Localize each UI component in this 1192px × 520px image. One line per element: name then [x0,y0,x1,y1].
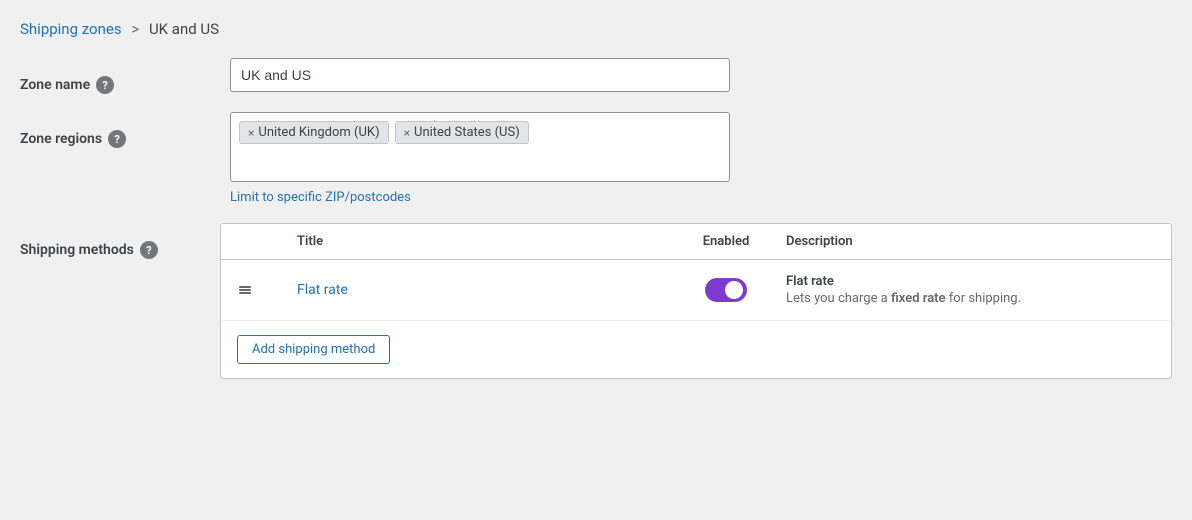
method-description-body: Lets you charge a fixed rate for shippin… [786,291,1155,306]
shipping-methods-help-icon[interactable]: ? [140,241,158,259]
zone-name-label: Zone name [20,77,90,93]
breadcrumb: Shipping zones > UK and US [20,20,1172,38]
toggle-slider [705,278,747,302]
header-title: Title [297,234,666,249]
zone-name-help-icon[interactable]: ? [96,76,114,94]
region-tag-uk-label: United Kingdom (UK) [258,125,379,140]
zone-regions-help-icon[interactable]: ? [108,130,126,148]
desc-bold: fixed rate [891,291,946,306]
remove-uk-icon[interactable]: × [248,127,254,139]
method-description-title: Flat rate [786,274,1155,289]
flat-rate-toggle[interactable] [705,278,747,302]
region-tag-us-label: United States (US) [414,125,520,140]
add-shipping-method-button[interactable]: Add shipping method [237,335,390,364]
breadcrumb-separator: > [131,20,139,38]
add-method-row: Add shipping method [221,321,1171,378]
methods-table-header: Title Enabled Description [221,224,1171,260]
header-enabled: Enabled [666,234,786,249]
remove-us-icon[interactable]: × [404,127,410,139]
region-tag-us: × United States (US) [395,121,529,144]
zone-regions-box[interactable]: × United Kingdom (UK) × United States (U… [230,112,730,182]
header-drag-col [237,234,297,249]
flat-rate-link[interactable]: Flat rate [297,282,348,298]
limit-postcodes-link[interactable]: Limit to specific ZIP/postcodes [230,190,730,205]
shipping-methods-table: Title Enabled Description Flat rate [220,223,1172,379]
shipping-zones-link[interactable]: Shipping zones [20,20,122,38]
table-row: Flat rate Flat rate Lets you charge a fi… [221,260,1171,321]
zone-name-input[interactable] [230,58,730,92]
zone-regions-label: Zone regions [20,131,102,147]
breadcrumb-current: UK and US [149,20,219,38]
shipping-methods-label: Shipping methods [20,242,134,258]
desc-post: for shipping. [946,291,1022,306]
flat-rate-description: Flat rate Lets you charge a fixed rate f… [786,274,1155,306]
header-description: Description [786,234,1155,249]
region-tag-uk: × United Kingdom (UK) [239,121,389,144]
drag-handle-icon[interactable] [237,282,297,298]
desc-pre: Lets you charge a [786,291,891,306]
